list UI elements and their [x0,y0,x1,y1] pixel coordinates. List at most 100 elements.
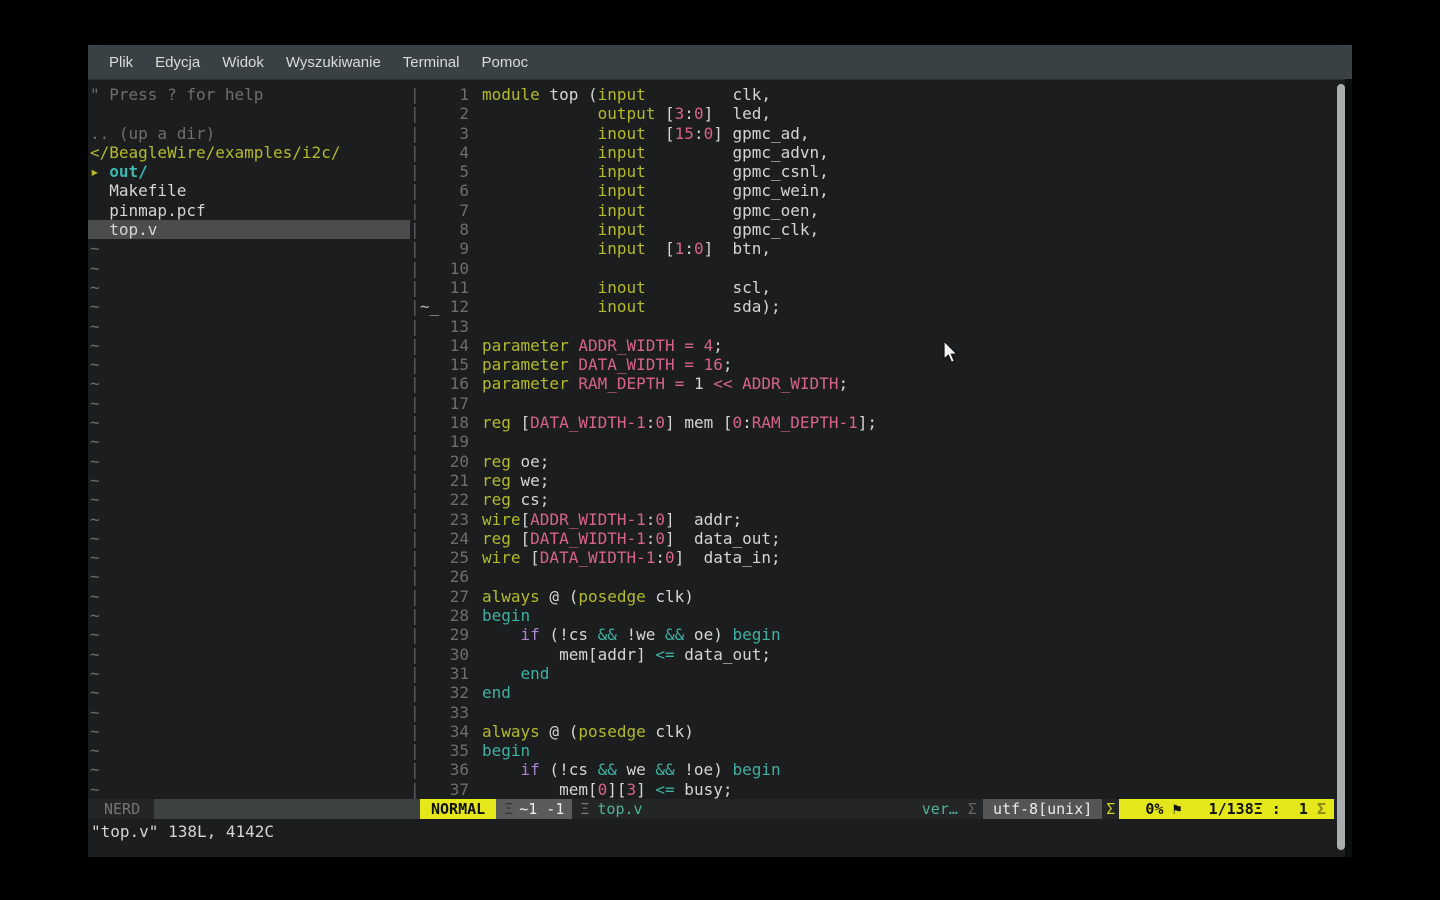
vsplit-separator: | [410,201,420,220]
vsplit-separator: | [410,239,420,258]
menu-item-terminal[interactable]: Terminal [392,54,471,71]
code-line: | 26 [410,567,1352,586]
empty-line-tilde: ~ [90,432,410,451]
code-line: |4 input gpmc_advn, [410,143,1352,162]
code-line: |28begin [410,606,1352,625]
cursor-position: 0% ⚑ 1/138Ξ : 1 [1127,800,1317,818]
line-number: 20 [439,452,469,471]
vsplit-separator: | [410,452,420,471]
vsplit-separator: | [410,297,420,316]
empty-line-tilde: ~ [90,452,410,471]
line-number: 3 [439,124,469,143]
line-number: 21 [439,471,469,490]
empty-line-tilde: ~ [90,760,410,779]
line-number: 26 [439,567,469,586]
vsplit-separator: | [410,760,420,779]
expand-arrow-icon[interactable]: ▸ [90,162,109,181]
menu-item-widok[interactable]: Widok [211,54,275,71]
code-line: |15parameter DATA_WIDTH = 16; [410,355,1352,374]
vsplit-separator: | [410,143,420,162]
menu-item-wyszukiwanie[interactable]: Wyszukiwanie [275,54,392,71]
vsplit-separator: | [410,606,420,625]
code-line: |8 input gpmc_clk, [410,220,1352,239]
line-number: 17 [439,394,469,413]
code-line: |23wire[ADDR_WIDTH-1:0] addr; [410,510,1352,529]
empty-line-tilde: ~ [90,664,410,683]
menu-item-pomoc[interactable]: Pomoc [470,54,539,71]
code-line: |24reg [DATA_WIDTH-1:0] data_out; [410,529,1352,548]
line-number: 11 [439,278,469,297]
vsplit-separator: | [410,85,420,104]
menu-item-edycja[interactable]: Edycja [144,54,211,71]
empty-line-tilde: ~ [90,722,410,741]
menu-item-plik[interactable]: Plik [98,54,144,71]
vsplit-separator: | [410,374,420,393]
cursor-position-segment: 0% ⚑ 1/138Ξ : 1 Σ [1119,799,1334,819]
code-line: |19 [410,432,1352,451]
vsplit-separator: | [410,567,420,586]
nerdtree-pane[interactable]: " Press ? for help .. (up a dir)</Beagle… [88,85,410,805]
tree-item[interactable]: pinmap.pcf [90,201,410,220]
code-line: |6 input gpmc_wein, [410,181,1352,200]
line-number: 18 [439,413,469,432]
vsplit-separator: | [410,780,420,799]
tree-text: </BeagleWire/examples/i2c/ [90,143,410,162]
tree-text: " Press ? for help [90,85,410,104]
line-number: 31 [439,664,469,683]
code-line: |22reg cs; [410,490,1352,509]
vsplit-separator: | [410,722,420,741]
line-number: 12 [439,297,469,316]
vsplit-separator: | [410,510,420,529]
vsplit-separator: | [410,278,420,297]
empty-line-tilde: ~ [90,529,410,548]
line-number: 10 [439,259,469,278]
vsplit-separator: | [410,432,420,451]
vsplit-separator: | [410,587,420,606]
code-line: |14parameter ADDR_WIDTH = 4; [410,336,1352,355]
vsplit-separator: | [410,529,420,548]
command-line-message: "top.v" 138L, 4142C [88,819,1352,857]
line-number: 29 [439,625,469,644]
empty-line-tilde: ~ [90,297,410,316]
empty-line-tilde: ~ [90,278,410,297]
desktop: { "menu": { "items": ["Plik", "Edycja", … [0,0,1440,900]
vsplit-separator: | [410,336,420,355]
mouse-cursor-icon [940,340,962,364]
empty-line-tilde: ~ [90,683,410,702]
tree-item[interactable]: top.v [88,220,410,239]
statusline-filename: top.v [597,800,642,818]
vsplit-separator: | [410,471,420,490]
empty-line-tilde: ~ [90,703,410,722]
line-number: 6 [439,181,469,200]
code-line: |30 mem[addr] <= data_out; [410,645,1352,664]
empty-line-tilde: ~ [90,374,410,393]
vsplit-separator: | [410,664,420,683]
scrollbar-thumb[interactable] [1337,84,1345,850]
line-number: 9 [439,239,469,258]
empty-line-tilde: ~ [90,567,410,586]
tree-item[interactable]: ▸ out/ [90,162,410,181]
menu-bar: PlikEdycjaWidokWyszukiwanieTerminalPomoc [88,45,1352,80]
filetype-indicator: ver… [918,799,962,819]
scrollbar-trough[interactable] [1345,79,1352,857]
tree-item[interactable]: Makefile [90,181,410,200]
vsplit-separator: | [410,413,420,432]
empty-line-tilde: ~ [90,317,410,336]
code-line: |13 [410,317,1352,336]
code-line: |36 if (!cs && we && !oe) begin [410,760,1352,779]
line-number: 28 [439,606,469,625]
code-line: |32end [410,683,1352,702]
tree-text [90,104,410,123]
line-number: 1 [439,85,469,104]
vsplit-separator: | [410,104,420,123]
line-number: 14 [439,336,469,355]
line-number: 34 [439,722,469,741]
empty-line-tilde: ~ [90,413,410,432]
line-number: 22 [439,490,469,509]
editor-pane[interactable]: |1module top (input clk,|2 output [3:0] … [410,85,1352,805]
line-number: 8 [439,220,469,239]
empty-line-tilde: ~ [90,259,410,278]
code-line: |31 end [410,664,1352,683]
filename-segment: Ξtop.v [572,799,650,819]
empty-line-tilde: ~ [90,645,410,664]
